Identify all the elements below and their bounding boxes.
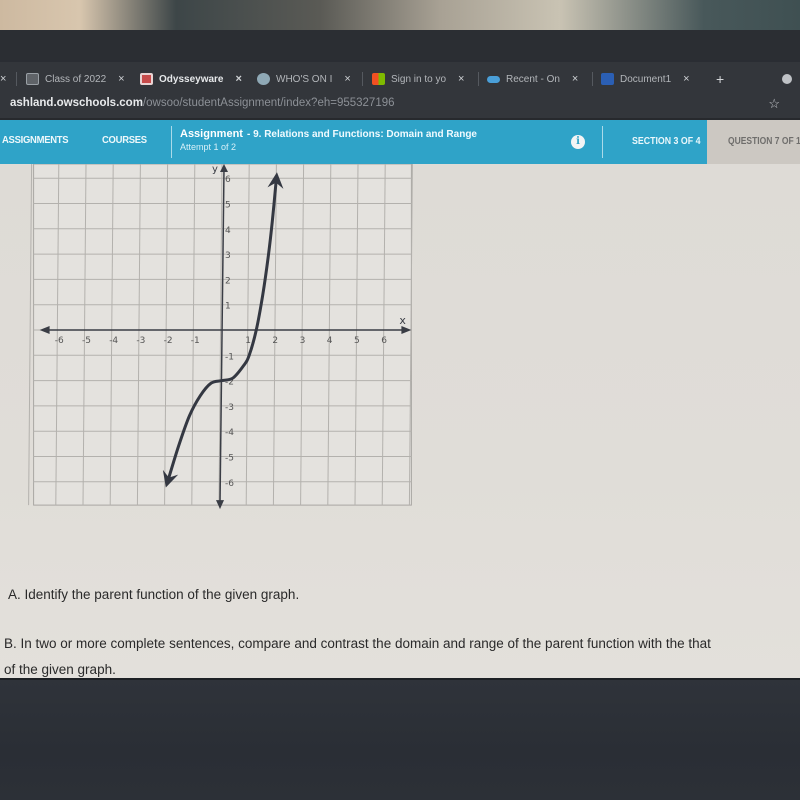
y-tick-label: -6 bbox=[225, 479, 234, 489]
microsoft-icon bbox=[372, 73, 385, 85]
tab-document1[interactable]: Document1 × bbox=[601, 68, 690, 90]
tab-class-of-2022[interactable]: Class of 2022 × bbox=[26, 68, 125, 90]
address-bar[interactable]: ashland.owschools.com/owsoo/studentAssig… bbox=[0, 92, 800, 118]
wordpress-icon bbox=[257, 73, 270, 85]
attempt-counter: Attempt 1 of 2 bbox=[180, 142, 237, 152]
url-field[interactable]: ashland.owschools.com/owsoo/studentAssig… bbox=[10, 97, 395, 109]
close-icon[interactable]: × bbox=[572, 73, 578, 85]
y-tick-label: 5 bbox=[225, 201, 231, 211]
plus-icon[interactable]: + bbox=[716, 71, 724, 87]
tab-label: Document1 bbox=[620, 73, 672, 85]
divider bbox=[171, 126, 172, 158]
previous-tab-close[interactable]: × bbox=[0, 68, 6, 90]
tab-label: Recent - On bbox=[506, 73, 560, 85]
close-icon[interactable]: × bbox=[236, 73, 242, 85]
close-icon[interactable]: × bbox=[344, 73, 350, 85]
tab-separator bbox=[16, 72, 17, 86]
tab-separator bbox=[362, 72, 363, 86]
url-domain: ashland.owschools.com bbox=[10, 97, 143, 109]
divider bbox=[602, 126, 603, 158]
odysseyware-icon bbox=[140, 73, 153, 85]
tab-label: Odysseyware bbox=[159, 73, 224, 85]
x-tick-label: -2 bbox=[164, 336, 173, 346]
tab-label: WHO'S ON I bbox=[276, 73, 333, 85]
x-tick-label: -6 bbox=[55, 336, 64, 346]
question-indicator-box: QUESTION 7 OF 10 bbox=[707, 120, 800, 164]
x-tick-label: -3 bbox=[136, 336, 145, 346]
x-tick-label: 2 bbox=[272, 336, 278, 346]
question-indicator: QUESTION 7 OF 10 bbox=[728, 136, 800, 147]
assignment-name: - 9. Relations and Functions: Domain and… bbox=[246, 129, 477, 140]
x-tick-label: 4 bbox=[327, 336, 333, 346]
grid-line-vertical bbox=[28, 164, 33, 506]
url-path: /owsoo/studentAssignment/index?eh=955327… bbox=[142, 97, 395, 109]
x-tick-label: 6 bbox=[381, 336, 387, 346]
app-header: ASSIGNMENTS COURSES Assignment - 9. Relat… bbox=[0, 118, 800, 164]
y-tick-label: -3 bbox=[225, 403, 234, 413]
profile-icon[interactable] bbox=[782, 74, 792, 84]
tab-separator bbox=[592, 72, 593, 86]
y-tick-label: 4 bbox=[225, 226, 231, 236]
y-tick-label: 2 bbox=[225, 276, 231, 286]
close-icon[interactable]: × bbox=[0, 73, 6, 85]
y-axis-label: y bbox=[212, 164, 218, 175]
close-icon[interactable]: × bbox=[118, 73, 124, 85]
y-tick-label: -5 bbox=[225, 454, 234, 464]
close-icon[interactable]: × bbox=[458, 73, 464, 85]
x-tick-label: 1 bbox=[245, 336, 251, 346]
close-icon[interactable]: × bbox=[683, 73, 689, 85]
y-tick-label: 1 bbox=[225, 302, 231, 312]
photo-background bbox=[0, 0, 800, 34]
nav-courses[interactable]: COURSES bbox=[102, 134, 147, 146]
classroom-icon bbox=[26, 73, 39, 85]
word-icon bbox=[601, 73, 614, 85]
tab-whos-on[interactable]: WHO'S ON I × bbox=[257, 68, 351, 90]
x-axis-label: x bbox=[399, 314, 406, 327]
tab-sign-in[interactable]: Sign in to yo × bbox=[372, 68, 464, 90]
assignment-title: Assignment - 9. Relations and Functions: … bbox=[180, 128, 477, 140]
browser-tab-bar: × Class of 2022 × Odysseyware × WHO'S ON… bbox=[0, 62, 800, 92]
tab-separator bbox=[478, 72, 479, 86]
laptop-bezel bbox=[0, 30, 800, 80]
info-icon[interactable]: i bbox=[571, 135, 585, 149]
question-part-b: B. In two or more complete sentences, co… bbox=[4, 631, 800, 683]
laptop-bezel-bottom bbox=[0, 678, 800, 800]
y-tick-label: -4 bbox=[225, 428, 234, 438]
x-tick-label: 5 bbox=[354, 336, 360, 346]
question-part-a: A. Identify the parent function of the g… bbox=[8, 587, 300, 602]
bookmark-star-icon[interactable]: ☆ bbox=[768, 96, 780, 112]
section-indicator: SECTION 3 OF 4 bbox=[632, 136, 701, 147]
x-tick-label: -4 bbox=[109, 336, 118, 346]
y-tick-label: -1 bbox=[225, 352, 234, 362]
tab-recent-onedrive[interactable]: Recent - On × bbox=[487, 68, 578, 90]
assignment-label: Assignment bbox=[180, 128, 243, 140]
x-tick-label: 3 bbox=[300, 336, 306, 346]
nav-assignments[interactable]: ASSIGNMENTS bbox=[2, 134, 69, 146]
onedrive-icon bbox=[487, 75, 500, 83]
tab-odysseyware[interactable]: Odysseyware × bbox=[140, 68, 242, 90]
y-tick-label: 6 bbox=[225, 175, 231, 185]
y-tick-label: 3 bbox=[225, 251, 231, 261]
question-content: x y -6 -5 -4 -3 -2 -1 1 2 3 4 5 6 6 5 4 3 2 1 -1 -2 -3 -4 -5 -6 A… bbox=[0, 164, 800, 678]
tab-label: Sign in to yo bbox=[391, 73, 447, 85]
question-part-b-line1: B. In two or more complete sentences, co… bbox=[4, 636, 711, 651]
x-tick-label: -5 bbox=[82, 336, 91, 346]
coordinate-graph: xy-6 -5 -4 -3 -2 -1 1 2 3 4 5 6654321-1-2-3-4-5-6 bbox=[28, 164, 413, 510]
tab-label: Class of 2022 bbox=[45, 73, 107, 85]
new-tab-button[interactable]: + bbox=[716, 68, 724, 90]
x-tick-label: -1 bbox=[191, 336, 200, 346]
